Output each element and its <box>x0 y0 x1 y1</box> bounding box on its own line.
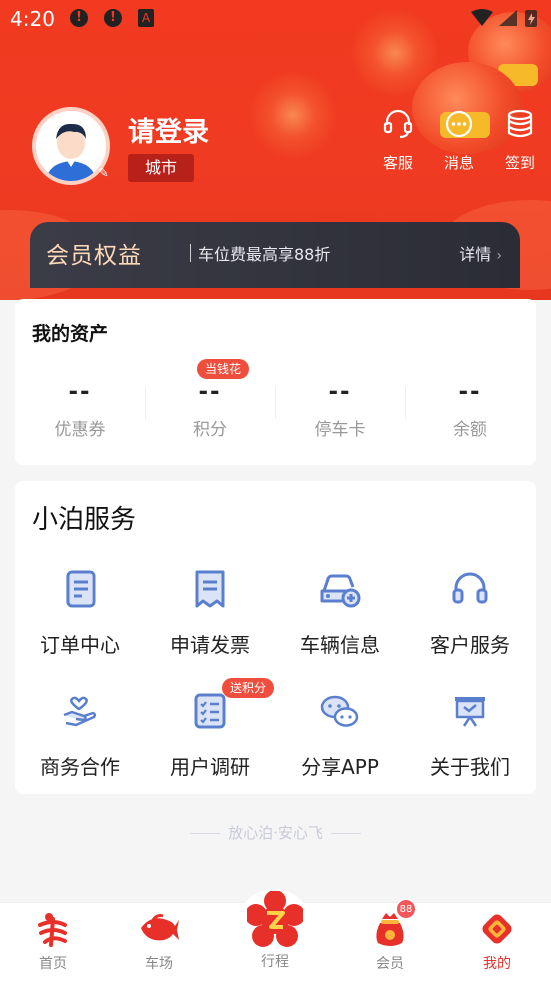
service-user-survey[interactable]: 用户调研 <box>145 689 275 780</box>
car-add-icon <box>320 574 361 608</box>
customer-service-button[interactable]: 客服 <box>375 108 421 173</box>
alert-icon: ! <box>104 9 122 27</box>
alert-icon: ! <box>70 9 88 27</box>
member-title: 会员权益 <box>46 243 142 269</box>
status-time: 4:20 <box>10 7 55 31</box>
service-vehicle-info[interactable]: 车辆信息 <box>275 567 405 658</box>
assets-card: 我的资产 当钱花 -- 优惠券 -- 积分 -- 停车卡 -- 余额 <box>15 299 536 465</box>
member-badge: 88 <box>396 899 416 919</box>
messages-button[interactable]: 消息 <box>436 108 482 173</box>
system-status-icons <box>471 9 537 27</box>
asset-value: -- <box>68 379 92 405</box>
user-avatar-icon <box>36 111 106 181</box>
member-detail-link[interactable]: 详情 › <box>459 241 502 265</box>
member-desc: 车位费最高享88折 <box>198 245 331 264</box>
font-a-icon: A <box>138 9 154 27</box>
divider <box>190 833 221 834</box>
fish-icon <box>141 914 179 941</box>
slogan: 放心泊·安心飞 <box>0 822 551 843</box>
service-share-app[interactable]: 分享APP <box>275 689 405 780</box>
asset-points[interactable]: -- 积分 <box>145 379 275 440</box>
service-label: 申请发票 <box>170 633 250 657</box>
city-tag[interactable]: 城市 <box>128 154 194 182</box>
tab-home[interactable]: 首页 <box>3 909 103 973</box>
asset-coupons[interactable]: -- 优惠券 <box>15 379 145 440</box>
service-business-cooperation[interactable]: 商务合作 <box>15 689 145 780</box>
asset-label: 积分 <box>193 420 227 440</box>
service-label: 车辆信息 <box>300 633 380 657</box>
headset-icon <box>383 109 413 139</box>
tab-label: 行程 <box>261 954 289 970</box>
service-invoice[interactable]: 申请发票 <box>145 567 275 658</box>
service-label: 用户调研 <box>170 755 250 779</box>
slogan-text: 放心泊·安心飞 <box>228 824 323 842</box>
order-doc-icon <box>66 570 96 608</box>
top-action-label: 签到 <box>504 154 535 172</box>
service-customer-service[interactable]: 客户服务 <box>405 567 535 658</box>
service-label: 客户服务 <box>430 633 510 657</box>
asset-label: 优惠券 <box>54 420 106 440</box>
tab-label: 我的 <box>483 956 511 972</box>
tab-mine[interactable]: 我的 <box>447 909 547 973</box>
invoice-icon <box>195 570 225 608</box>
red-diamond-icon <box>482 914 512 944</box>
asset-value: -- <box>458 379 482 405</box>
top-action-label: 客服 <box>382 154 413 172</box>
handshake-heart-icon <box>63 696 97 727</box>
top-action-label: 消息 <box>443 154 474 172</box>
member-detail-label: 详情 <box>459 245 492 264</box>
message-bubble-icon <box>445 110 473 138</box>
service-label: 分享APP <box>301 755 379 779</box>
chevron-right-icon: › <box>496 248 502 264</box>
service-label: 商务合作 <box>40 755 120 779</box>
login-title[interactable]: 请登录 <box>128 110 209 149</box>
service-order-center[interactable]: 订单中心 <box>15 567 145 658</box>
assets-title: 我的资产 <box>32 323 109 345</box>
tab-label: 首页 <box>39 956 67 972</box>
tab-label: 车场 <box>145 956 173 972</box>
coin-stack-icon <box>507 109 533 138</box>
sign-in-button[interactable]: 签到 <box>497 108 543 173</box>
firework-decoration <box>248 70 338 160</box>
trip-plum-icon <box>247 891 303 947</box>
service-label: 关于我们 <box>430 755 510 779</box>
headset-icon <box>452 572 488 604</box>
divider <box>330 833 361 834</box>
asset-value: -- <box>198 379 222 405</box>
tab-label: 会员 <box>376 956 404 972</box>
asset-value: -- <box>328 379 352 405</box>
status-bar: 4:20 ! ! A <box>0 0 551 38</box>
divider <box>190 244 191 262</box>
service-label: 订单中心 <box>40 633 120 657</box>
checklist-icon <box>194 693 226 729</box>
member-benefits-banner[interactable]: 会员权益 车位费最高享88折 详情 › <box>30 222 520 288</box>
tab-trip[interactable]: 行程 <box>225 891 325 971</box>
home-logo-icon <box>38 913 67 947</box>
services-card: 小泊服务 送积分 订单中心 申请发票 车辆信息 客户服务 商务合作 用户调研 分… <box>15 481 536 794</box>
asset-label: 余额 <box>453 420 487 440</box>
tab-parking-lot[interactable]: 车场 <box>109 909 209 973</box>
asset-parking-card[interactable]: -- 停车卡 <box>275 379 405 440</box>
presentation-board-icon <box>455 697 485 727</box>
spend-badge: 当钱花 <box>197 359 250 379</box>
asset-label: 停车卡 <box>314 420 366 440</box>
wechat-icon <box>320 695 359 727</box>
bottom-tab-bar: 首页 车场 行程 会员 88 我的 <box>0 889 551 981</box>
tab-member[interactable]: 会员 <box>340 909 440 973</box>
services-title: 小泊服务 <box>32 505 137 535</box>
edit-icon[interactable]: ✎ <box>98 166 109 181</box>
asset-balance[interactable]: -- 余额 <box>405 379 535 440</box>
service-about-us[interactable]: 关于我们 <box>405 689 535 780</box>
